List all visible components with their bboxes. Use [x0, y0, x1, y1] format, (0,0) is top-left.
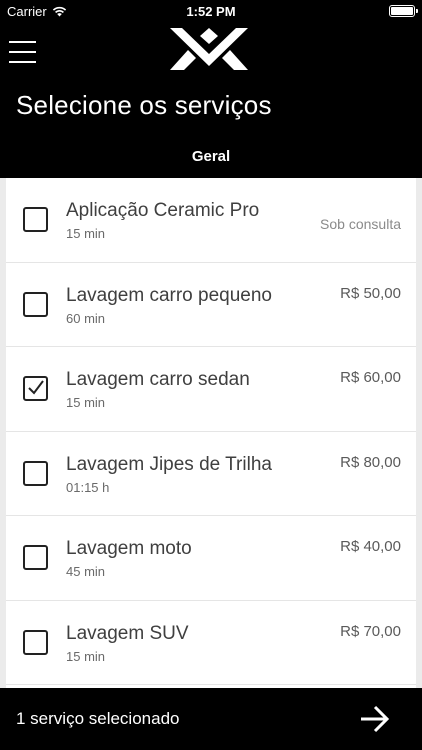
service-price: R$ 80,00: [340, 453, 401, 471]
service-name: Lavagem moto: [66, 538, 192, 559]
checkbox-checked[interactable]: [23, 376, 48, 401]
checkbox[interactable]: [23, 460, 48, 486]
service-item-jipes-trilha[interactable]: Lavagem Jipes de Trilha 01:15 h R$ 80,00: [6, 432, 416, 516]
service-price: R$ 60,00: [340, 369, 401, 386]
service-duration: 15 min: [66, 226, 106, 241]
services-list[interactable]: Aplicação Ceramic Pro 15 min Sob consult…: [6, 178, 416, 688]
logo-icon: [170, 28, 248, 70]
service-price: R$ 70,00: [340, 622, 401, 640]
nav-bar: [0, 22, 422, 82]
service-duration: 15 min: [66, 395, 106, 410]
service-name: Lavagem SUV: [66, 622, 189, 644]
service-duration: 60 min: [66, 310, 106, 326]
service-duration: 45 min: [66, 564, 106, 579]
service-item-carro-sedan[interactable]: Lavagem carro sedan 15 min R$ 60,00: [6, 347, 416, 432]
service-name: Lavagem carro pequeno: [66, 284, 272, 306]
checkbox[interactable]: [23, 545, 48, 570]
service-price: R$ 40,00: [340, 538, 401, 555]
checkbox[interactable]: [23, 291, 48, 317]
checkmark-icon: [28, 380, 44, 395]
checkbox[interactable]: [23, 207, 48, 232]
page-title: Selecione os serviços: [16, 90, 272, 120]
service-item-carro-pequeno[interactable]: Lavagem carro pequeno 60 min R$ 50,00: [6, 263, 416, 347]
service-name: Lavagem Jipes de Trilha: [66, 453, 272, 475]
service-price: Sob consulta: [320, 216, 401, 232]
menu-icon[interactable]: [9, 41, 36, 65]
service-duration: 01:15 h: [66, 479, 110, 495]
battery-icon: [389, 5, 418, 17]
service-item-moto[interactable]: Lavagem moto 45 min R$ 40,00: [6, 516, 416, 601]
service-price: R$ 50,00: [340, 284, 401, 302]
service-name: Lavagem carro sedan: [66, 369, 250, 390]
status-bar: Carrier 1:52 PM: [0, 0, 422, 22]
tab-geral[interactable]: Geral: [0, 148, 422, 165]
service-item-ceramic-pro[interactable]: Aplicação Ceramic Pro 15 min Sob consult…: [6, 178, 416, 263]
status-time: 1:52 PM: [186, 4, 236, 19]
service-name: Aplicação Ceramic Pro: [66, 200, 260, 221]
selection-summary: 1 serviço selecionado: [16, 709, 180, 728]
services-list-container: Aplicação Ceramic Pro 15 min Sob consult…: [0, 178, 422, 688]
checkbox[interactable]: [23, 629, 48, 655]
footer-bar: 1 serviço selecionado: [0, 688, 422, 750]
arrow-right-icon[interactable]: [360, 705, 390, 733]
service-item-suv[interactable]: Lavagem SUV 15 min R$ 70,00: [6, 601, 416, 685]
service-duration: 15 min: [66, 648, 106, 664]
